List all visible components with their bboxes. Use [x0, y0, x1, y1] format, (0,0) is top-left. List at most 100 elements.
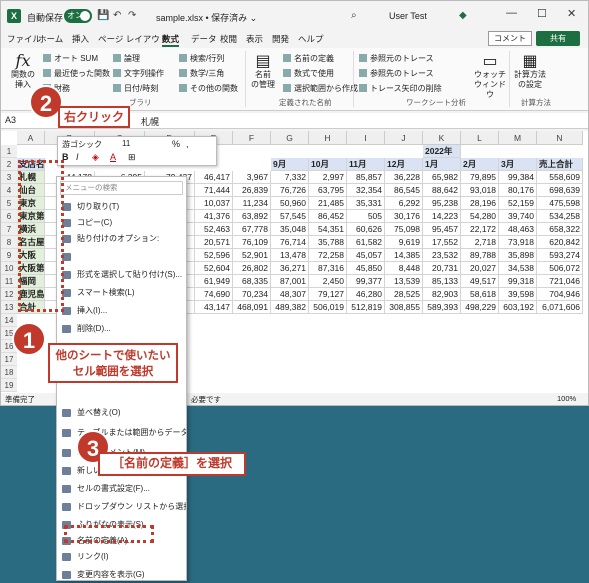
- cell[interactable]: 67,778: [233, 223, 271, 236]
- cell[interactable]: 73,918: [499, 236, 537, 249]
- cell[interactable]: 76,726: [271, 184, 309, 197]
- cell[interactable]: 2,718: [461, 236, 499, 249]
- cell[interactable]: 30,176: [385, 210, 423, 223]
- autosave-toggle[interactable]: オン: [64, 9, 92, 23]
- cell[interactable]: 95,238: [423, 197, 461, 210]
- cell[interactable]: 76,109: [233, 236, 271, 249]
- cell[interactable]: 26,802: [233, 262, 271, 275]
- cell[interactable]: 534,258: [537, 210, 583, 223]
- context-menu-item[interactable]: セルの書式設定(F)...: [57, 481, 186, 497]
- cell[interactable]: 8,448: [385, 262, 423, 275]
- cell[interactable]: 71,444: [195, 184, 233, 197]
- search-icon[interactable]: ⌕: [351, 10, 357, 21]
- cell[interactable]: 54,351: [309, 223, 347, 236]
- cell[interactable]: 58,618: [461, 288, 499, 301]
- cell[interactable]: 70,234: [233, 288, 271, 301]
- more-functions-button[interactable]: その他の関数: [179, 83, 238, 94]
- context-menu-item[interactable]: リンク(I): [57, 549, 186, 565]
- cell[interactable]: 7,332: [271, 171, 309, 184]
- cell[interactable]: 80,176: [499, 184, 537, 197]
- cell[interactable]: 505: [347, 210, 385, 223]
- cell[interactable]: 35,898: [499, 249, 537, 262]
- cell[interactable]: 498,229: [461, 301, 499, 314]
- tab-insert[interactable]: 挿入: [72, 33, 89, 45]
- cell[interactable]: 35,048: [271, 223, 309, 236]
- cell[interactable]: 17,552: [423, 236, 461, 249]
- watch-window-button[interactable]: ▭ ウォッチ ウィンドウ: [473, 52, 507, 100]
- user-name[interactable]: User Test: [389, 11, 427, 21]
- tab-home[interactable]: ホーム: [38, 33, 63, 45]
- cell[interactable]: 39,598: [499, 288, 537, 301]
- cell[interactable]: 41,376: [195, 210, 233, 223]
- cell[interactable]: 13,539: [385, 275, 423, 288]
- cell[interactable]: 22,172: [461, 223, 499, 236]
- cell[interactable]: 3,967: [233, 171, 271, 184]
- cell[interactable]: 21,485: [309, 197, 347, 210]
- column-header[interactable]: N: [537, 131, 583, 145]
- context-menu-item[interactable]: 切り取り(T): [57, 199, 186, 215]
- redo-icon[interactable]: ↷: [128, 10, 136, 21]
- tab-developer[interactable]: 開発: [272, 33, 289, 45]
- cell[interactable]: 99,384: [499, 171, 537, 184]
- cell[interactable]: 10,037: [195, 197, 233, 210]
- row-header[interactable]: 17: [1, 353, 17, 366]
- row-header[interactable]: 19: [1, 379, 17, 392]
- cell[interactable]: 558,609: [537, 171, 583, 184]
- row-header[interactable]: 5: [1, 197, 17, 210]
- cell[interactable]: 79,895: [461, 171, 499, 184]
- cell[interactable]: 85,133: [423, 275, 461, 288]
- cell[interactable]: 489,382: [271, 301, 309, 314]
- text-button[interactable]: 文字列操作: [113, 68, 164, 79]
- cell[interactable]: 12月: [385, 158, 423, 171]
- tab-formulas[interactable]: 数式: [162, 33, 180, 47]
- autosum-button[interactable]: オート SUM: [43, 53, 98, 64]
- context-menu-item[interactable]: 形式を選択して貼り付け(S)...: [57, 267, 186, 283]
- cell[interactable]: 48,307: [271, 288, 309, 301]
- cell[interactable]: 86,545: [385, 184, 423, 197]
- cell[interactable]: 20,731: [423, 262, 461, 275]
- row-header[interactable]: 3: [1, 171, 17, 184]
- cell[interactable]: 61,949: [195, 275, 233, 288]
- context-menu-item[interactable]: ドロップダウン リストから選択(K)...: [57, 499, 186, 515]
- use-in-formula-button[interactable]: 数式で使用: [283, 68, 334, 79]
- row-header[interactable]: 11: [1, 275, 17, 288]
- minimize-button[interactable]: —: [506, 7, 517, 19]
- comment-button[interactable]: コメント: [488, 31, 532, 46]
- tab-help[interactable]: ヘルプ: [298, 33, 324, 45]
- cell[interactable]: 28,196: [461, 197, 499, 210]
- cell[interactable]: 34,538: [499, 262, 537, 275]
- tab-view[interactable]: 表示: [246, 33, 263, 45]
- cell[interactable]: 85,857: [347, 171, 385, 184]
- insert-function-button[interactable]: fx 関数の 挿入: [9, 52, 37, 90]
- cell[interactable]: 63,892: [233, 210, 271, 223]
- column-header[interactable]: L: [461, 131, 499, 145]
- datetime-button[interactable]: 日付/時刻: [113, 83, 158, 94]
- cell[interactable]: 36,228: [385, 171, 423, 184]
- cell[interactable]: 54,280: [461, 210, 499, 223]
- cell[interactable]: 28,525: [385, 288, 423, 301]
- cell[interactable]: 721,046: [537, 275, 583, 288]
- column-header[interactable]: F: [233, 131, 271, 145]
- logical-button[interactable]: 論理: [113, 53, 140, 64]
- cell[interactable]: 49,517: [461, 275, 499, 288]
- create-from-selection-button[interactable]: 選択範囲から作成: [283, 83, 358, 94]
- cell[interactable]: 9月: [271, 158, 309, 171]
- fill-color-icon[interactable]: ◈: [92, 152, 99, 163]
- comma-style-button[interactable]: ,: [186, 139, 189, 149]
- cell[interactable]: 93,018: [461, 184, 499, 197]
- context-menu-item[interactable]: スマート検索(L): [57, 285, 186, 301]
- cell[interactable]: 74,690: [195, 288, 233, 301]
- cell[interactable]: 86,452: [309, 210, 347, 223]
- cell[interactable]: 658,322: [537, 223, 583, 236]
- context-menu-item[interactable]: [57, 249, 186, 265]
- cell[interactable]: 35,331: [347, 197, 385, 210]
- formula-input[interactable]: 札幌: [141, 115, 159, 128]
- column-header[interactable]: G: [271, 131, 309, 145]
- cell[interactable]: 308,855: [385, 301, 423, 314]
- column-header[interactable]: K: [423, 131, 461, 145]
- cell[interactable]: 468,091: [233, 301, 271, 314]
- define-name-button[interactable]: 名前の定義: [283, 53, 334, 64]
- premium-icon[interactable]: ◆: [459, 10, 467, 21]
- cell[interactable]: 63,795: [309, 184, 347, 197]
- tab-review[interactable]: 校閲: [220, 33, 237, 45]
